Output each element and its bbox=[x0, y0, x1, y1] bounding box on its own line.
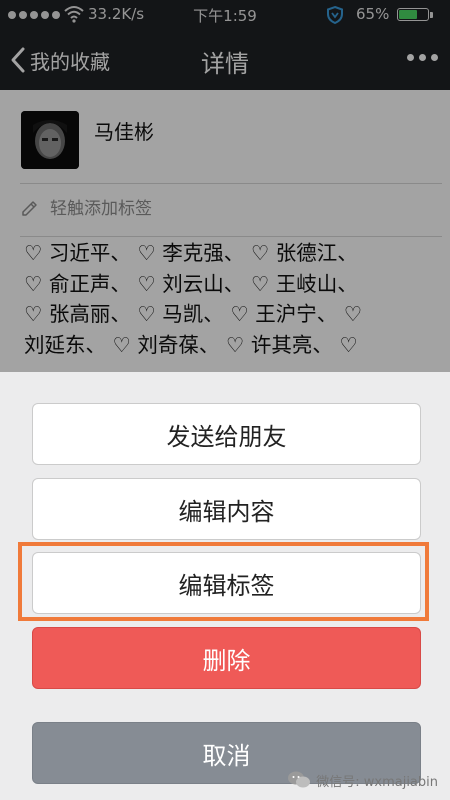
edit-content-button[interactable]: 编辑内容 bbox=[32, 478, 421, 540]
delete-button[interactable]: 删除 bbox=[32, 627, 421, 689]
watermark-text: 微信号: wxmajiabin bbox=[316, 774, 438, 790]
watermark: 微信号: wxmajiabin bbox=[287, 770, 438, 790]
dim-overlay[interactable] bbox=[0, 0, 450, 372]
wechat-icon bbox=[288, 771, 311, 788]
send-to-friend-button[interactable]: 发送给朋友 bbox=[32, 403, 421, 465]
edit-tags-button[interactable]: 编辑标签 bbox=[32, 552, 421, 614]
screen: 33.2K/s 下午1:59 65% 我的收藏 详情 马佳彬 轻触添加标签 ♡ … bbox=[0, 0, 450, 800]
